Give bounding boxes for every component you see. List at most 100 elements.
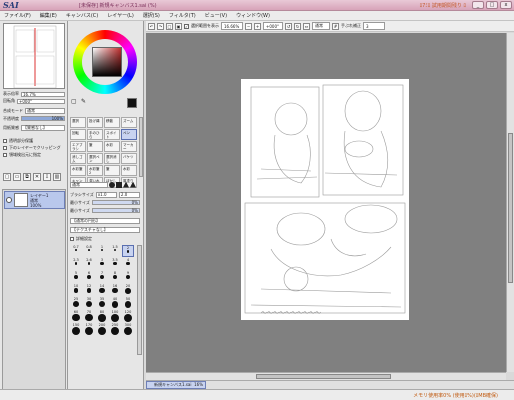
- brush-size-cell[interactable]: 150: [70, 323, 82, 335]
- rotate-right-icon[interactable]: ↻: [294, 22, 301, 30]
- maximize-button[interactable]: □: [486, 1, 498, 9]
- copy-layer-icon[interactable]: ⧉: [23, 173, 31, 181]
- flip-icon[interactable]: ⇔: [303, 22, 310, 30]
- brush-size-cell[interactable]: 200: [96, 323, 108, 335]
- navigator-zoom-field[interactable]: 16.7%: [21, 91, 65, 97]
- preserve-opacity-checkbox[interactable]: [3, 138, 7, 143]
- brush-size-cell[interactable]: 1.5: [109, 245, 121, 257]
- brush-size-cell[interactable]: 3.5: [109, 258, 121, 270]
- brush-size-cell[interactable]: 120: [122, 310, 134, 322]
- detail-settings-row[interactable]: 詳細設定: [70, 235, 140, 242]
- document-tab[interactable]: 新規キャンバス1.sai 16%: [146, 381, 206, 389]
- invert-selection-icon[interactable]: ▣: [175, 22, 182, 30]
- close-button[interactable]: x: [500, 1, 512, 9]
- option-clipping[interactable]: 下のレイヤーでクリッピング: [3, 144, 65, 151]
- clear-layer-icon[interactable]: ▥: [53, 173, 61, 181]
- transparent-color-icon[interactable]: ▢: [71, 98, 77, 105]
- rotate-left-icon[interactable]: ↺: [285, 22, 292, 30]
- delete-layer-icon[interactable]: ✕: [33, 173, 41, 181]
- brush-size-cell[interactable]: 6: [83, 271, 95, 283]
- brush-blend-select[interactable]: 通常: [70, 181, 108, 188]
- min-size-slider[interactable]: 0%: [91, 200, 140, 205]
- brush-size-cell[interactable]: 14: [96, 284, 108, 296]
- flat-tip-icon[interactable]: [116, 181, 122, 188]
- saturation-value-square[interactable]: [92, 47, 122, 77]
- brush-size-cell[interactable]: 2.3: [70, 258, 82, 270]
- brush-size-cell[interactable]: 2: [122, 245, 134, 257]
- navigator-angle-field[interactable]: +000°: [17, 98, 65, 104]
- tool-button[interactable]: 水彩: [121, 165, 137, 176]
- navigator-preview[interactable]: [3, 23, 65, 89]
- visibility-eye-icon[interactable]: [6, 197, 12, 203]
- brush-size-cell[interactable]: 9: [122, 271, 134, 283]
- mode-select[interactable]: 通常: [312, 22, 330, 30]
- blend-mode-select[interactable]: 通常: [25, 107, 65, 114]
- tool-button[interactable]: 移動: [104, 117, 120, 128]
- tool-button[interactable]: 筆: [104, 165, 120, 176]
- menu-view[interactable]: ビュー(V): [205, 12, 227, 19]
- option-selection-source[interactable]: 領域検出元に指定: [3, 151, 65, 158]
- grid-icon[interactable]: #: [332, 22, 339, 30]
- triangle-tip-icon-2[interactable]: [130, 181, 136, 188]
- brush-size-cell[interactable]: 10: [70, 284, 82, 296]
- merge-down-icon[interactable]: ⇩: [43, 173, 51, 181]
- tool-button[interactable]: 手のひら: [87, 129, 103, 140]
- tool-button[interactable]: ズーム: [121, 117, 137, 128]
- show-selection-checkbox[interactable]: ✓: [184, 23, 189, 29]
- brush-size-cell[interactable]: 1: [96, 245, 108, 257]
- menu-select[interactable]: 選択(S): [143, 12, 160, 19]
- minimize-button[interactable]: _: [472, 1, 484, 9]
- new-layer-icon[interactable]: ▢: [3, 173, 11, 181]
- new-folder-icon[interactable]: ▭: [13, 173, 21, 181]
- option-preserve-opacity[interactable]: 透明部分保護: [3, 137, 65, 144]
- round-tip-icon[interactable]: [109, 181, 115, 188]
- brush-size-cell[interactable]: 4: [122, 258, 134, 270]
- tool-button[interactable]: 選択: [70, 117, 86, 128]
- brush-size-cell[interactable]: 7: [96, 271, 108, 283]
- brush-size-cell[interactable]: 5: [70, 271, 82, 283]
- eyedropper-icon[interactable]: ✎: [81, 98, 86, 105]
- brush-size-cell[interactable]: 60: [70, 310, 82, 322]
- brush-size-cell[interactable]: 2.6: [83, 258, 95, 270]
- redo-icon[interactable]: ↷: [157, 22, 164, 30]
- tool-button[interactable]: 回転: [70, 129, 86, 140]
- density-slider[interactable]: 0%: [91, 208, 140, 213]
- vertical-scrollbar[interactable]: [506, 33, 514, 372]
- color-wheel[interactable]: [73, 30, 137, 94]
- opacity-slider[interactable]: 100%: [21, 116, 65, 121]
- zoom-out-icon[interactable]: −: [245, 22, 252, 30]
- tool-button[interactable]: 水彩筆: [70, 165, 86, 176]
- brush-size-cell[interactable]: 30: [83, 297, 95, 309]
- tool-button[interactable]: スポイト: [104, 129, 120, 140]
- brush-size-cell[interactable]: 12: [83, 284, 95, 296]
- tool-button[interactable]: 選択消し: [104, 153, 120, 164]
- zoom-field[interactable]: 16.66%: [221, 22, 243, 30]
- brush-size-cell[interactable]: 16: [109, 284, 121, 296]
- zoom-in-icon[interactable]: +: [254, 22, 261, 30]
- brush-size-cell[interactable]: 50: [122, 297, 134, 309]
- rotation-field[interactable]: +000°: [263, 22, 283, 30]
- layer-item[interactable]: レイヤー1 通常 100%: [4, 191, 65, 209]
- drawing-paper[interactable]: ～～～～～～～～～～: [241, 79, 409, 320]
- tool-button[interactable]: 投げ縄: [87, 117, 103, 128]
- foreground-color-swatch[interactable]: [127, 98, 137, 108]
- brush-size-field[interactable]: 2.0: [118, 191, 140, 198]
- tool-scrollbar[interactable]: [139, 117, 143, 177]
- brush-shape-select[interactable]: 【通常の円形】: [70, 217, 140, 224]
- tool-button[interactable]: 筆: [87, 141, 103, 152]
- tool-button[interactable]: ペン: [121, 129, 137, 140]
- selection-source-checkbox[interactable]: [3, 152, 7, 157]
- brush-size-cell[interactable]: 250: [109, 323, 121, 335]
- horizontal-scrollbar[interactable]: [146, 372, 506, 380]
- brush-size-cell[interactable]: 35: [96, 297, 108, 309]
- canvas-area[interactable]: ～～～～～～～～～～: [146, 33, 506, 372]
- vertical-scroll-thumb[interactable]: [508, 133, 513, 283]
- menu-window[interactable]: ウィンドウ(W): [236, 12, 270, 19]
- menu-layer[interactable]: レイヤー(L): [107, 12, 134, 19]
- tool-button[interactable]: エアブラシ: [70, 141, 86, 152]
- menu-file[interactable]: ファイル(F): [4, 12, 31, 19]
- menu-filter[interactable]: フィルタ(T): [169, 12, 196, 19]
- brush-size-cell[interactable]: 40: [109, 297, 121, 309]
- tool-button[interactable]: 消しゴム: [70, 153, 86, 164]
- triangle-tip-icon[interactable]: [123, 181, 129, 188]
